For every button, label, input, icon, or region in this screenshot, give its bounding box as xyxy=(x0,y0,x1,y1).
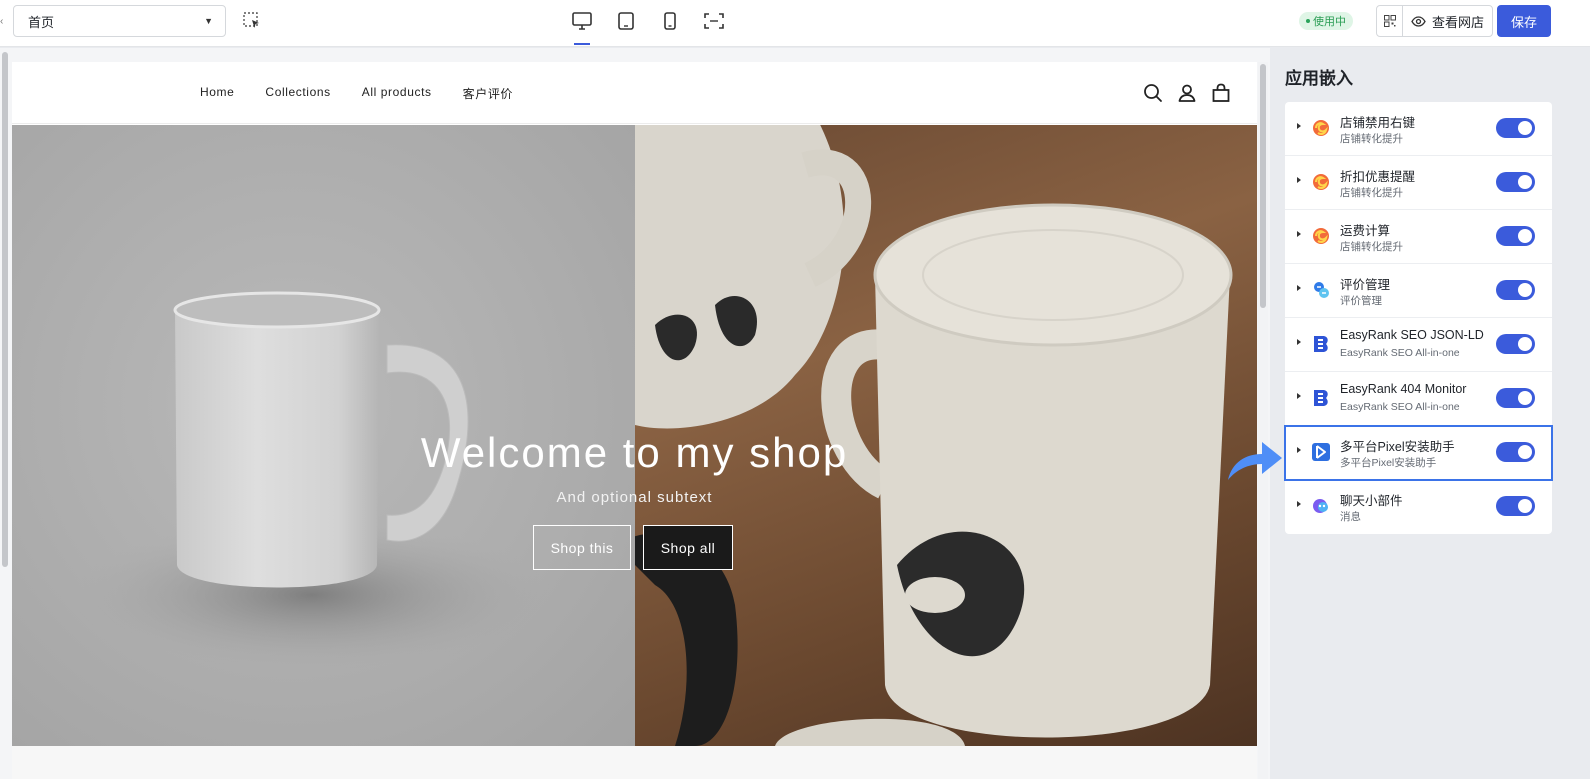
embed-toggle[interactable] xyxy=(1496,118,1535,138)
status-dot-icon xyxy=(1306,19,1310,23)
status-badge: 使用中 xyxy=(1299,12,1353,30)
embed-item-selected[interactable]: 多平台Pixel安装助手 多平台Pixel安装助手 xyxy=(1284,425,1553,481)
embed-item[interactable]: EasyRank SEO JSON-LD EasyRank SEO All-in… xyxy=(1285,318,1552,372)
preview-scrollbar[interactable] xyxy=(1260,64,1266,308)
embed-item[interactable]: 运费计算 店铺转化提升 xyxy=(1285,210,1552,264)
mobile-icon xyxy=(664,12,676,30)
cart-icon[interactable] xyxy=(1210,82,1232,104)
qr-code-icon xyxy=(1383,15,1396,27)
embed-name: EasyRank 404 Monitor xyxy=(1340,382,1467,396)
hero-subtitle: And optional subtext xyxy=(556,489,713,506)
nav-item-home[interactable]: Home xyxy=(200,85,234,102)
embed-toggle[interactable] xyxy=(1496,226,1535,246)
swirl-app-icon xyxy=(1313,228,1329,244)
nav-item-collections[interactable]: Collections xyxy=(265,85,330,102)
nav-item-all-products[interactable]: All products xyxy=(362,85,432,102)
expand-arrow-icon[interactable] xyxy=(1297,447,1301,453)
store-preview: Home Collections All products 客户评价 Welco… xyxy=(12,62,1257,779)
chat-app-icon xyxy=(1313,499,1328,513)
embed-source: 消息 xyxy=(1340,511,1361,523)
easyrank-app-icon xyxy=(1314,336,1328,352)
shop-nav: Home Collections All products 客户评价 xyxy=(200,85,513,102)
highlight-arrow-icon xyxy=(1228,442,1282,480)
embed-name: 多平台Pixel安装助手 xyxy=(1340,440,1455,454)
view-store-button[interactable]: 查看网店 xyxy=(1403,6,1492,36)
hero-banner: Welcome to my shop And optional subtext … xyxy=(12,125,1257,746)
back-chevron-icon[interactable]: ‹ xyxy=(0,16,3,27)
embed-toggle[interactable] xyxy=(1496,172,1535,192)
embed-source: EasyRank SEO All-in-one xyxy=(1340,347,1460,359)
pixel-app-icon xyxy=(1312,443,1330,461)
embed-source: 多平台Pixel安装助手 xyxy=(1340,457,1437,469)
page-select-value: 首页 xyxy=(28,14,55,30)
select-element-icon[interactable] xyxy=(242,11,262,31)
shop-this-button[interactable]: Shop this xyxy=(533,525,631,570)
swirl-app-icon xyxy=(1313,174,1329,190)
status-badge-label: 使用中 xyxy=(1313,16,1346,28)
shop-header: Home Collections All products 客户评价 xyxy=(12,62,1257,124)
embed-item[interactable]: EasyRank 404 Monitor EasyRank SEO All-in… xyxy=(1285,372,1552,426)
embed-name: 运费计算 xyxy=(1340,224,1391,238)
page-select[interactable]: 首页 ▼ xyxy=(13,5,226,37)
next-section xyxy=(12,746,1257,779)
review-app-icon xyxy=(1314,282,1329,298)
embed-toggle[interactable] xyxy=(1496,334,1535,354)
fullscreen-icon xyxy=(704,13,724,29)
left-scrollbar[interactable] xyxy=(2,52,8,567)
embed-name: 折扣优惠提醒 xyxy=(1340,170,1416,184)
embed-list: 店铺禁用右键 店铺转化提升 折扣优惠提醒 店铺转化提升 运费计算 店铺转化提升 … xyxy=(1284,102,1553,534)
expand-arrow-icon[interactable] xyxy=(1297,339,1301,345)
fullscreen-view-button[interactable] xyxy=(698,6,730,36)
account-icon[interactable] xyxy=(1176,82,1198,104)
tablet-view-button[interactable] xyxy=(610,6,642,36)
expand-arrow-icon[interactable] xyxy=(1297,393,1301,399)
save-button[interactable]: 保存 xyxy=(1497,5,1551,37)
embed-name: 聊天小部件 xyxy=(1340,494,1403,508)
embed-toggle[interactable] xyxy=(1496,442,1535,462)
expand-arrow-icon[interactable] xyxy=(1297,177,1301,183)
expand-arrow-icon[interactable] xyxy=(1297,285,1301,291)
view-store-label: 查看网店 xyxy=(1432,14,1485,30)
nav-item-reviews[interactable]: 客户评价 xyxy=(463,85,513,102)
embed-toggle[interactable] xyxy=(1496,496,1535,516)
swirl-app-icon xyxy=(1313,120,1329,136)
easyrank-app-icon xyxy=(1314,390,1328,406)
embed-toggle[interactable] xyxy=(1496,280,1535,300)
embed-item[interactable]: 评价管理 评价管理 xyxy=(1285,264,1552,318)
editor-topbar: ‹ 首页 ▼ 使用中 查看网店 保存 xyxy=(0,0,1590,47)
expand-arrow-icon[interactable] xyxy=(1297,501,1301,507)
embed-source: 评价管理 xyxy=(1340,295,1382,307)
device-switcher xyxy=(566,6,730,46)
embed-item[interactable]: 店铺禁用右键 店铺转化提升 xyxy=(1285,102,1552,156)
eye-icon xyxy=(1411,15,1426,27)
mobile-view-button[interactable] xyxy=(654,6,686,36)
desktop-icon xyxy=(572,12,592,30)
expand-arrow-icon[interactable] xyxy=(1297,231,1301,237)
embed-name: EasyRank SEO JSON-LD xyxy=(1340,328,1484,342)
embed-source: EasyRank SEO All-in-one xyxy=(1340,401,1460,413)
expand-arrow-icon[interactable] xyxy=(1297,123,1301,129)
embed-name: 评价管理 xyxy=(1340,278,1391,292)
embed-source: 店铺转化提升 xyxy=(1340,187,1403,199)
shop-header-icons xyxy=(1142,82,1232,104)
shop-all-button[interactable]: Shop all xyxy=(643,525,733,570)
hero-title: Welcome to my shop xyxy=(420,429,849,476)
embed-source: 店铺转化提升 xyxy=(1340,133,1403,145)
hero-buttons: Shop this Shop all xyxy=(533,525,733,570)
search-icon[interactable] xyxy=(1142,82,1164,104)
qr-code-button[interactable] xyxy=(1377,6,1403,36)
preview-button-group: 查看网店 xyxy=(1376,5,1494,37)
desktop-view-button[interactable] xyxy=(566,6,598,45)
caret-down-icon: ▼ xyxy=(204,16,213,26)
embed-name: 店铺禁用右键 xyxy=(1340,116,1416,130)
embed-item[interactable]: 聊天小部件 消息 xyxy=(1285,480,1552,534)
embed-item[interactable]: 折扣优惠提醒 店铺转化提升 xyxy=(1285,156,1552,210)
embed-toggle[interactable] xyxy=(1496,388,1535,408)
embed-source: 店铺转化提升 xyxy=(1340,241,1403,253)
panel-title: 应用嵌入 xyxy=(1285,69,1353,88)
tablet-icon xyxy=(618,12,634,30)
